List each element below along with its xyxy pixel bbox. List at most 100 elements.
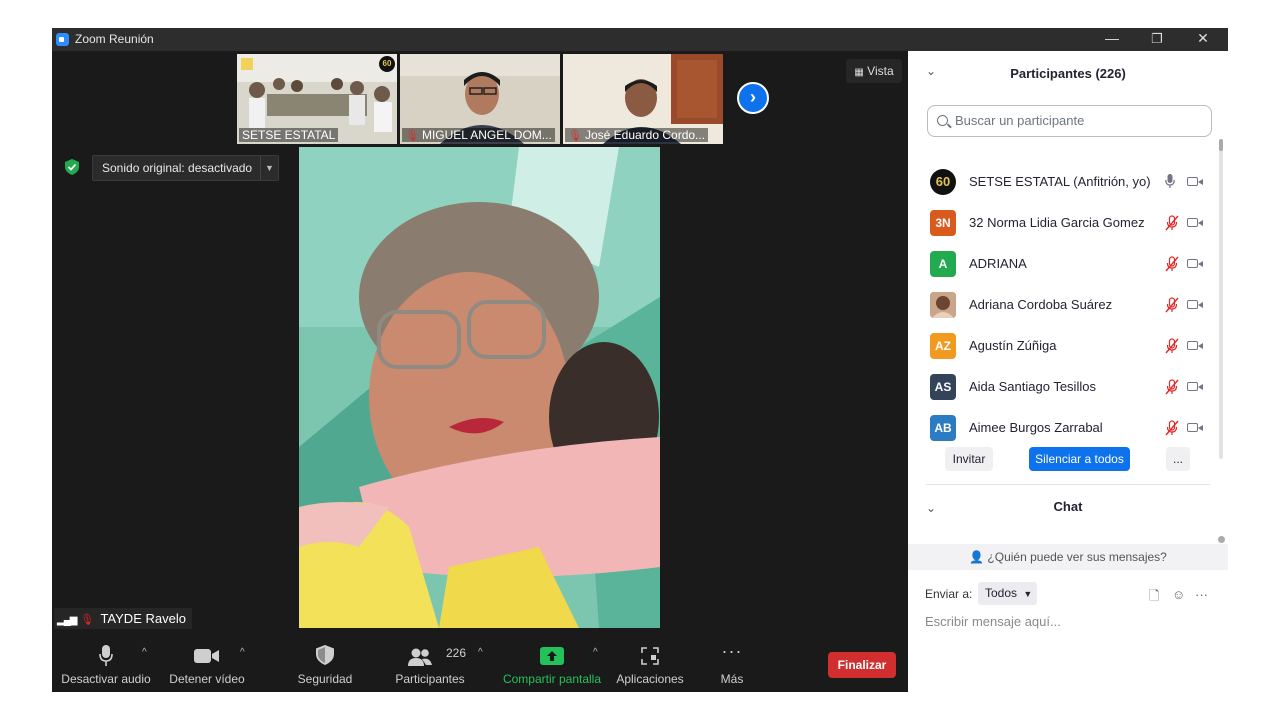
participants-count: 226 xyxy=(446,646,467,660)
security-label: Seguridad xyxy=(297,672,353,686)
view-button[interactable]: ▦ Vista xyxy=(846,59,902,83)
shield-icon xyxy=(316,645,334,665)
speaker-video-image xyxy=(299,147,660,628)
mic-muted-icon[interactable] xyxy=(1165,338,1179,357)
chevron-up-icon[interactable]: ^ xyxy=(478,647,483,658)
window-title: Zoom Reunión xyxy=(75,32,154,46)
avatar: 60 xyxy=(930,169,956,195)
grid-icon: ▦ xyxy=(854,67,864,78)
participant-row[interactable]: AB Aimee Burgos Zarrabal xyxy=(908,408,1218,449)
thumbnail-label: 🎙 MIGUEL ANGEL DOM... xyxy=(402,128,555,142)
next-page-button[interactable]: › xyxy=(737,82,769,114)
send-to-dropdown[interactable]: Todos ▼ xyxy=(978,582,1037,605)
participant-row[interactable]: 60 SETSE ESTATAL (Anfitrión, yo) xyxy=(908,162,1218,203)
participant-row[interactable]: AZ Agustín Zúñiga xyxy=(908,326,1218,367)
video-camera-icon[interactable] xyxy=(1187,218,1203,227)
avatar: AZ xyxy=(930,333,956,359)
security-button[interactable]: Seguridad xyxy=(292,639,358,692)
apps-button[interactable]: Aplicaciones xyxy=(614,639,686,692)
mic-muted-icon[interactable] xyxy=(1165,256,1179,275)
mute-button[interactable]: Desactivar audio xyxy=(60,639,152,692)
participant-list-scrollbar[interactable] xyxy=(1219,139,1223,459)
video-camera-icon[interactable] xyxy=(1187,382,1203,391)
participant-name: Aimee Burgos Zarrabal xyxy=(969,420,1103,435)
participant-name: SETSE ESTATAL (Anfitrión, yo) xyxy=(969,174,1151,189)
search-placeholder: Buscar un participante xyxy=(955,113,1085,128)
chat-header: ⌄ Chat xyxy=(908,487,1228,527)
avatar xyxy=(930,292,956,318)
mic-muted-icon: 🎙 xyxy=(80,614,95,626)
apps-icon xyxy=(641,647,659,665)
emoji-icon[interactable]: ☺ xyxy=(1172,587,1185,602)
mic-muted-icon[interactable] xyxy=(1165,420,1179,439)
participant-row[interactable]: AS Aida Santiago Tesillos xyxy=(908,367,1218,408)
chat-message-input[interactable]: Escribir mensaje aquí... xyxy=(925,614,1061,629)
video-thumbnail[interactable]: 60 SETSE ESTATAL xyxy=(237,54,397,144)
thumbnail-label: 🎙 José Eduardo Cordo... xyxy=(565,128,709,142)
video-camera-icon[interactable] xyxy=(1187,341,1203,350)
participant-search-input[interactable]: Buscar un participante xyxy=(927,105,1212,137)
share-screen-icon xyxy=(540,647,564,665)
thumbnail-name: MIGUEL ANGEL DOM... xyxy=(421,128,552,142)
more-dots-icon[interactable]: ··· xyxy=(1195,587,1208,602)
participant-row[interactable]: A ADRIANA xyxy=(908,244,1218,285)
avatar: A xyxy=(930,251,956,277)
original-sound-dropdown[interactable]: Sonido original: desactivado ▼ xyxy=(92,155,279,181)
participant-name: 32 Norma Lidia Garcia Gomez xyxy=(969,215,1145,230)
participants-icon xyxy=(408,648,432,666)
chevron-up-icon[interactable]: ^ xyxy=(240,647,245,658)
mute-label: Desactivar audio xyxy=(61,672,151,686)
mute-all-button[interactable]: Silenciar a todos xyxy=(1029,447,1130,471)
more-button[interactable]: ··· Más xyxy=(712,639,752,692)
participant-name: Adriana Cordoba Suárez xyxy=(969,297,1113,312)
more-dots-icon: ··· xyxy=(721,641,743,661)
microphone-icon[interactable] xyxy=(1165,174,1175,191)
stop-video-label: Detener vídeo xyxy=(169,672,245,686)
video-camera-icon[interactable] xyxy=(1187,177,1203,186)
microphone-icon xyxy=(99,645,113,666)
chevron-down-icon[interactable]: ▼ xyxy=(260,156,278,180)
minimize-button[interactable]: — xyxy=(1090,28,1134,51)
participant-name: ADRIANA xyxy=(969,256,1027,271)
participants-header: ⌄ Participantes (226) xyxy=(908,51,1228,95)
chat-scrollbar[interactable] xyxy=(1218,536,1225,543)
share-screen-label: Compartir pantalla xyxy=(502,672,602,686)
mic-muted-icon[interactable] xyxy=(1165,215,1179,234)
view-button-label: Vista xyxy=(867,64,894,78)
mic-muted-icon[interactable] xyxy=(1165,379,1179,398)
chevron-up-icon[interactable]: ^ xyxy=(142,647,147,658)
participants-button[interactable]: 226 Participantes xyxy=(392,639,468,692)
avatar: 3N xyxy=(930,210,956,236)
stop-video-button[interactable]: Detener vídeo xyxy=(166,639,248,692)
restore-button[interactable]: ❐ xyxy=(1135,28,1179,51)
who-can-see-link[interactable]: 👤 ¿Quién puede ver sus mensajes? xyxy=(908,544,1228,570)
avatar: AS xyxy=(930,374,956,400)
chevron-down-icon: ▼ xyxy=(1023,589,1033,599)
who-can-see-label: ¿Quién puede ver sus mensajes? xyxy=(987,550,1167,564)
invite-button[interactable]: Invitar xyxy=(945,447,993,471)
participant-name: Aida Santiago Tesillos xyxy=(969,379,1096,394)
mic-muted-icon[interactable] xyxy=(1165,297,1179,316)
more-options-button[interactable]: ... xyxy=(1166,447,1190,471)
video-camera-icon[interactable] xyxy=(1187,300,1203,309)
video-camera-icon xyxy=(194,649,219,663)
thumbnail-label: SETSE ESTATAL xyxy=(239,128,339,142)
active-speaker-name: TAYDE Ravelo xyxy=(100,611,186,626)
end-meeting-button[interactable]: Finalizar xyxy=(828,652,896,678)
video-camera-icon[interactable] xyxy=(1187,259,1203,268)
chat-title: Chat xyxy=(1053,499,1083,514)
file-icon[interactable]: 🗋 xyxy=(1149,587,1159,609)
original-sound-label: Sonido original: desactivado xyxy=(102,161,253,175)
participant-row[interactable]: 3N 32 Norma Lidia Garcia Gomez xyxy=(908,203,1218,244)
close-button[interactable]: ✕ xyxy=(1181,28,1225,51)
video-thumbnail[interactable]: 🎙 MIGUEL ANGEL DOM... xyxy=(400,54,560,144)
divider xyxy=(926,484,1210,485)
shield-check-icon xyxy=(65,159,79,175)
participant-row[interactable]: Adriana Cordoba Suárez xyxy=(908,285,1218,326)
chevron-up-icon[interactable]: ^ xyxy=(593,647,598,658)
video-thumbnail[interactable]: 🎙 José Eduardo Cordo... xyxy=(563,54,723,144)
share-screen-button[interactable]: Compartir pantalla xyxy=(500,639,604,692)
apps-label: Aplicaciones xyxy=(616,672,684,686)
person-info-icon: 👤 xyxy=(969,550,985,564)
video-camera-icon[interactable] xyxy=(1187,423,1203,432)
